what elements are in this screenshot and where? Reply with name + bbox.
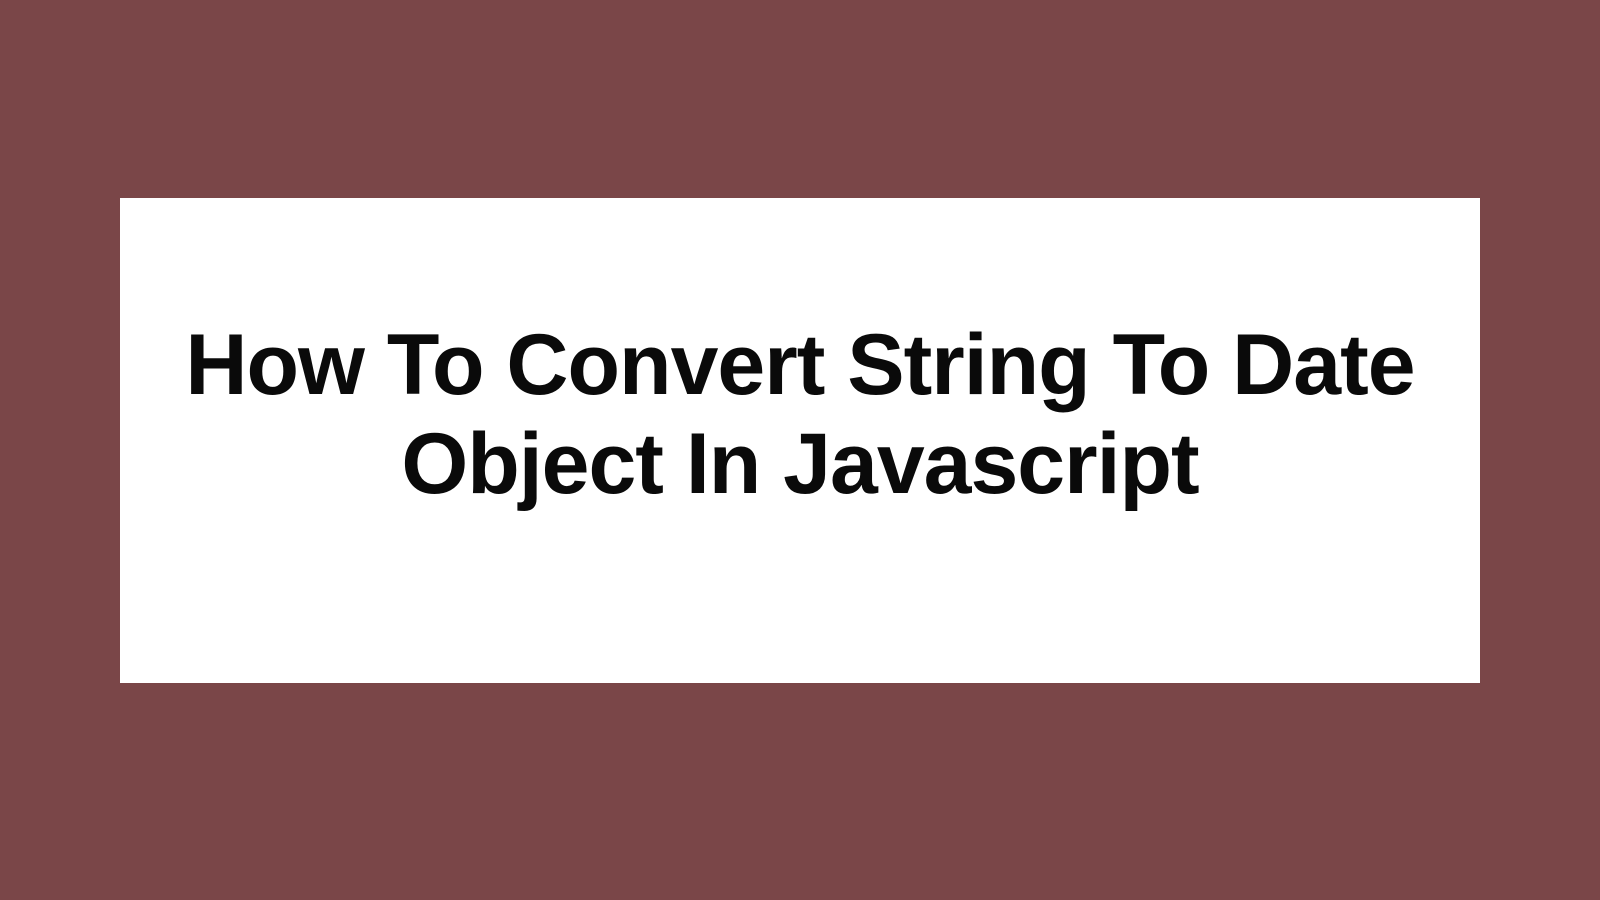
title-card: How To Convert String To Date Object In … <box>120 198 1480 683</box>
main-title: How To Convert String To Date Object In … <box>120 316 1480 514</box>
